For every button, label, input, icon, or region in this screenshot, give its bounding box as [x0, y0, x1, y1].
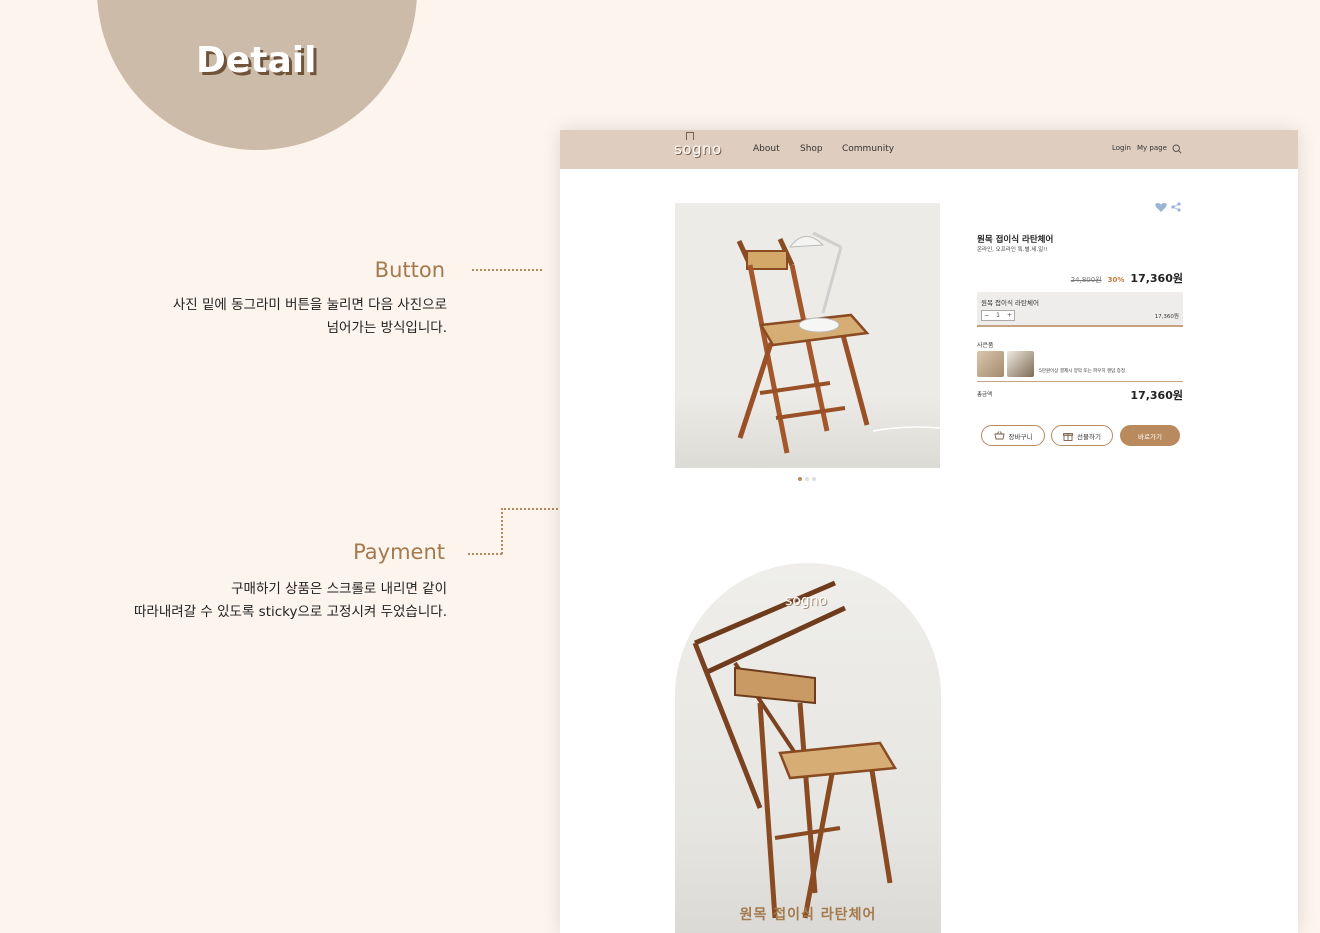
total-label: 총금액: [977, 392, 993, 398]
product-name: 원목 접이식 라탄체어: [977, 235, 1054, 245]
cart-button-label: 장바구니: [1008, 432, 1033, 441]
annotation-line: 넘어가는 방식입니다.: [326, 320, 447, 336]
option-price: 17,360원: [1154, 314, 1179, 320]
pager-dot[interactable]: [805, 477, 809, 481]
discount-rate: 30%: [1107, 276, 1125, 284]
banner-logo: sogno: [785, 593, 828, 609]
product-photo[interactable]: [675, 203, 940, 468]
total-price: 17,360원: [1130, 389, 1183, 402]
nav-shop[interactable]: Shop: [800, 144, 823, 154]
annotation-line: 따라내려갈 수 있도록 sticky으로 고정시켜 두었습니다.: [134, 604, 447, 620]
product-subtitle: 온라인, 오프라인 특.별.세.일!!: [977, 247, 1048, 253]
sale-price: 17,360원: [1130, 272, 1183, 285]
gift-button[interactable]: 선물하기: [1051, 425, 1113, 446]
banner-caption: 원목 접이식 라탄체어: [739, 907, 877, 923]
quantity-stepper[interactable]: − 1 +: [981, 310, 1015, 321]
photo-pager: [798, 477, 816, 481]
stacked-chairs-illustration: [692, 580, 898, 919]
annotation-title-payment: Payment: [353, 540, 445, 564]
pager-dot-active[interactable]: [798, 477, 802, 481]
annotation-title-button: Button: [374, 258, 445, 282]
gift-button-label: 선물하기: [1077, 432, 1101, 441]
chair-logo-icon: [686, 132, 694, 140]
cart-button[interactable]: 장바구니: [981, 425, 1045, 446]
product-banner: sogno 원목 접이식 라탄체어: [675, 563, 941, 933]
chair-lamp-illustration: [736, 231, 940, 454]
mypage-link[interactable]: My page: [1137, 144, 1167, 152]
navbar: sogno About Shop Community Login My page: [560, 130, 1298, 169]
section-title: Detail: [196, 40, 317, 81]
annotation-leader-payment: [468, 553, 502, 555]
heart-icon[interactable]: [1155, 202, 1167, 213]
quantity-value[interactable]: 1: [996, 312, 1000, 319]
annotation-leader-button: [472, 269, 542, 271]
divider: [977, 381, 1183, 382]
option-box: 원목 접이식 라탄체어 − 1 + 17,360원: [977, 292, 1183, 327]
logo[interactable]: sogno: [674, 140, 722, 158]
gift-thumb-mat: [1007, 351, 1034, 377]
annotation-text-button: 사진 밑에 동그라미 버튼을 눌리면 다음 사진으로 넘어가는 방식입니다.: [173, 294, 447, 340]
minus-button[interactable]: −: [984, 312, 989, 319]
option-name: 원목 접이식 라탄체어: [981, 299, 1039, 307]
nav-community[interactable]: Community: [842, 144, 894, 154]
website-screenshot: sogno About Shop Community Login My page: [560, 130, 1298, 933]
buy-now-label: 바로가기: [1138, 432, 1162, 441]
original-price: 24,800원: [1070, 276, 1102, 284]
annotation-line: 사진 밑에 동그라미 버튼을 눌리면 다음 사진으로: [172, 297, 447, 313]
gift-text: 5만원이상 결제시 양악 또는 파우치 랜덤 증정: [1039, 369, 1125, 374]
nav-about[interactable]: About: [753, 144, 780, 154]
gift-thumb-pouch: [977, 351, 1004, 377]
basket-icon: [993, 431, 1005, 440]
share-icon[interactable]: [1171, 202, 1181, 212]
gift-label: 사은품: [977, 342, 994, 349]
annotation-text-payment: 구매하기 상품은 스크롤로 내리면 같이 따라내려갈 수 있도록 sticky으…: [134, 578, 447, 624]
annotation-leader-payment-v: [501, 508, 503, 554]
price-row: 24,800원 30% 17,360원: [1071, 270, 1183, 286]
heart-share-group: [1155, 202, 1181, 213]
pager-dot[interactable]: [812, 477, 816, 481]
annotation-line: 구매하기 상품은 스크롤로 내리면 같이: [231, 581, 447, 597]
login-link[interactable]: Login: [1112, 144, 1131, 152]
search-icon[interactable]: [1172, 144, 1182, 154]
plus-button[interactable]: +: [1007, 312, 1012, 319]
buy-now-button[interactable]: 바로가기: [1120, 425, 1180, 446]
gift-icon: [1063, 432, 1073, 441]
